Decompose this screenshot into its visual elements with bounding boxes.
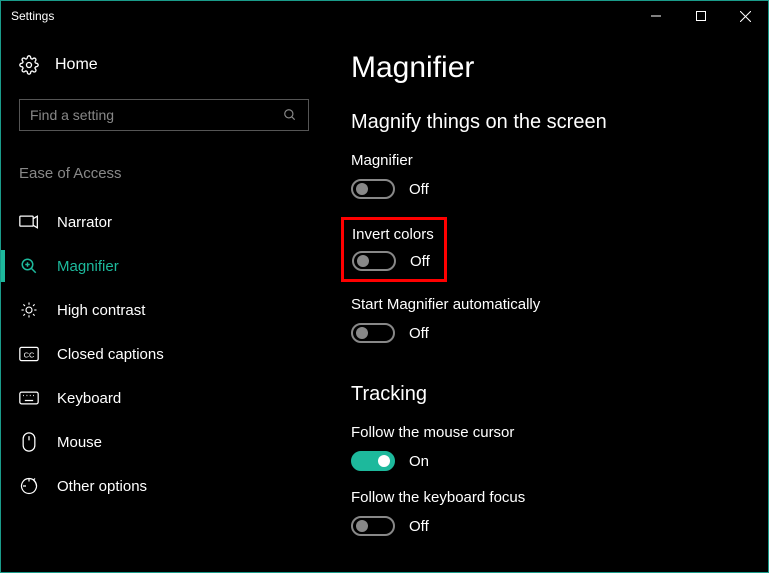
- section-heading-tracking: Tracking: [351, 383, 748, 406]
- setting-magnifier: Magnifier Off: [351, 152, 748, 199]
- narrator-icon: [19, 213, 39, 231]
- home-label: Home: [55, 56, 98, 74]
- toggle-status: Off: [410, 253, 430, 270]
- keyboard-icon: [19, 391, 39, 405]
- minimize-icon: [651, 11, 661, 21]
- sidebar-nav: Narrator Magnifier High contrast CC Clos…: [1, 200, 305, 508]
- sidebar-item-magnifier[interactable]: Magnifier: [1, 244, 305, 288]
- page-title: Magnifier: [351, 51, 748, 85]
- sidebar: Home Find a setting Ease of Access Narra…: [1, 31, 321, 572]
- setting-follow-keyboard: Follow the keyboard focus Off: [351, 489, 748, 536]
- gear-icon: [19, 55, 39, 75]
- search-input[interactable]: Find a setting: [19, 99, 309, 131]
- high-contrast-icon: [19, 301, 39, 319]
- sidebar-item-keyboard[interactable]: Keyboard: [1, 376, 305, 420]
- toggle-status: On: [409, 453, 429, 470]
- sidebar-item-closed-captions[interactable]: CC Closed captions: [1, 332, 305, 376]
- main-panel: Magnifier Magnify things on the screen M…: [321, 31, 768, 572]
- sidebar-item-label: Other options: [57, 478, 147, 495]
- home-button[interactable]: Home: [19, 55, 305, 75]
- setting-label: Start Magnifier automatically: [351, 296, 748, 313]
- toggle-status: Off: [409, 518, 429, 535]
- toggle-follow-keyboard[interactable]: [351, 516, 395, 536]
- window-title: Settings: [11, 9, 54, 23]
- toggle-magnifier[interactable]: [351, 179, 395, 199]
- sidebar-item-label: Mouse: [57, 434, 102, 451]
- maximize-button[interactable]: [678, 1, 723, 31]
- toggle-invert-colors[interactable]: [352, 251, 396, 271]
- sidebar-item-label: Keyboard: [57, 390, 121, 407]
- sidebar-item-narrator[interactable]: Narrator: [1, 200, 305, 244]
- sidebar-item-mouse[interactable]: Mouse: [1, 420, 305, 464]
- toggle-status: Off: [409, 325, 429, 342]
- highlight-invert-colors: Invert colors Off: [341, 217, 447, 282]
- magnifier-icon: [19, 257, 39, 275]
- toggle-follow-mouse[interactable]: [351, 451, 395, 471]
- sidebar-item-label: High contrast: [57, 302, 145, 319]
- setting-autostart: Start Magnifier automatically Off: [351, 296, 748, 343]
- section-heading-magnify: Magnify things on the screen: [351, 111, 748, 134]
- toggle-autostart[interactable]: [351, 323, 395, 343]
- close-button[interactable]: [723, 1, 768, 31]
- setting-label: Follow the mouse cursor: [351, 424, 748, 441]
- mouse-icon: [19, 432, 39, 452]
- toggle-status: Off: [409, 181, 429, 198]
- sidebar-item-label: Magnifier: [57, 258, 119, 275]
- setting-follow-mouse: Follow the mouse cursor On: [351, 424, 748, 471]
- sidebar-item-other-options[interactable]: Other options: [1, 464, 305, 508]
- closed-captions-icon: CC: [19, 346, 39, 362]
- other-options-icon: [19, 477, 39, 495]
- minimize-button[interactable]: [633, 1, 678, 31]
- sidebar-item-high-contrast[interactable]: High contrast: [1, 288, 305, 332]
- close-icon: [740, 11, 751, 22]
- setting-label: Invert colors: [352, 226, 434, 243]
- search-icon: [282, 107, 298, 123]
- titlebar: Settings: [1, 1, 768, 31]
- maximize-icon: [696, 11, 706, 21]
- sidebar-category: Ease of Access: [19, 165, 305, 182]
- search-placeholder: Find a setting: [30, 107, 282, 123]
- sidebar-item-label: Narrator: [57, 214, 112, 231]
- svg-text:CC: CC: [24, 350, 35, 359]
- setting-label: Magnifier: [351, 152, 748, 169]
- setting-label: Follow the keyboard focus: [351, 489, 748, 506]
- sidebar-item-label: Closed captions: [57, 346, 164, 363]
